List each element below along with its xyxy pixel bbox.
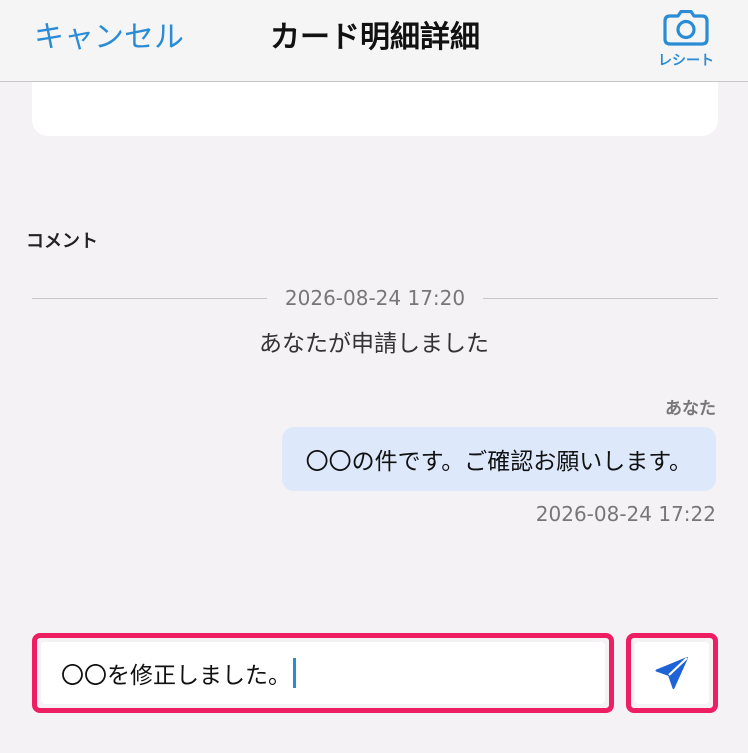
system-message: あなたが申請しました bbox=[259, 331, 489, 357]
comment-section-label: コメント bbox=[26, 231, 98, 252]
page-title: カード明細詳細 bbox=[270, 20, 480, 55]
send-icon bbox=[655, 657, 688, 689]
comment-input-value: 〇〇を修正しました。 bbox=[61, 663, 291, 689]
receipt-label: レシート bbox=[658, 53, 714, 69]
divider-line-right bbox=[483, 297, 719, 299]
message-bubble: 〇〇の件です。ご確認お願いします。 bbox=[281, 427, 716, 491]
detail-card bbox=[32, 82, 718, 136]
divider-line-left bbox=[32, 297, 267, 299]
nav-bar: キャンセル カード明細詳細 レシート bbox=[0, 0, 748, 82]
divider-timestamp: 2026-08-24 17:20 bbox=[284, 286, 466, 310]
comment-input[interactable]: 〇〇を修正しました。 bbox=[41, 642, 605, 704]
timestamp-divider: 2026-08-24 17:20 bbox=[32, 284, 719, 312]
camera-icon bbox=[663, 10, 709, 46]
text-caret bbox=[293, 658, 296, 688]
send-button[interactable] bbox=[635, 642, 709, 704]
message-sender: あなた bbox=[665, 399, 716, 419]
message-timestamp: 2026-08-24 17:22 bbox=[535, 502, 716, 526]
receipt-button[interactable]: レシート bbox=[654, 10, 718, 70]
comment-input-frame: 〇〇を修正しました。 bbox=[32, 633, 614, 713]
send-button-frame[interactable] bbox=[626, 633, 718, 713]
